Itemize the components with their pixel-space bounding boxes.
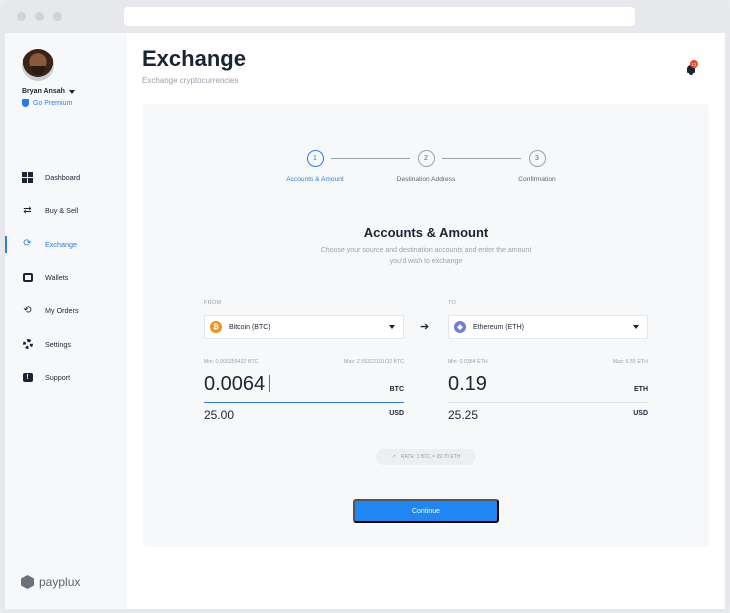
step-confirmation[interactable]: 3 Confirmation (497, 150, 577, 183)
sidebar-item-dashboard[interactable]: Dashboard (5, 161, 127, 194)
rate-text: RATE: 1 BTC = 29.70 ETH (400, 454, 461, 460)
notification-badge: 12 (690, 60, 698, 68)
to-amount-unit: ETH (634, 386, 648, 393)
to-usd-row: 25.25 USD (448, 406, 648, 424)
to-min: Min: 0.0384 ETH (448, 359, 488, 365)
ethereum-icon: ◆ (454, 321, 466, 333)
browser-window: Bryan Ansah Go Premium Dashboard ⇄ Buy &… (0, 0, 730, 613)
shield-check-icon (22, 99, 29, 107)
user-menu[interactable]: Bryan Ansah (22, 88, 75, 95)
sidebar-nav: Dashboard ⇄ Buy & Sell ⟳ Exchange Wallet… (5, 161, 127, 394)
sidebar-item-buy-sell[interactable]: ⇄ Buy & Sell (5, 194, 127, 227)
sidebar-item-exchange[interactable]: ⟳ Exchange (5, 228, 127, 261)
to-amount-value: 0.19 (448, 373, 487, 395)
from-limits: Min: 0.000255432 BTC Max: 2.55322191Ο2 B… (204, 359, 404, 365)
sidebar: Bryan Ansah Go Premium Dashboard ⇄ Buy &… (5, 33, 127, 609)
exchange-card: 1 Accounts & Amount 2 Destination Addres… (143, 104, 709, 547)
address-bar[interactable] (124, 7, 635, 26)
dashboard-icon (22, 172, 33, 184)
go-premium-link[interactable]: Go Premium (22, 99, 72, 107)
sidebar-item-label: Wallets (45, 273, 69, 283)
brand-name: payplux (39, 575, 81, 589)
rate-badge: ↗ RATE: 1 BTC = 29.70 ETH (376, 449, 476, 465)
from-currency-select[interactable]: ₿ Bitcoin (BTC) (204, 315, 404, 339)
minimize-dot[interactable] (35, 12, 44, 21)
to-limits: Min: 0.0384 ETH Max: 6.55 ETH (448, 359, 648, 365)
support-icon: ! (22, 372, 33, 383)
to-max: Max: 6.55 ETH (612, 359, 648, 365)
app-content: Bryan Ansah Go Premium Dashboard ⇄ Buy &… (5, 33, 725, 609)
caret-down-icon (68, 89, 75, 94)
from-max: Max: 2.55322191Ο2 BTC (343, 359, 404, 365)
from-min: Min: 0.000255432 BTC (204, 359, 259, 365)
sidebar-item-label: Settings (45, 339, 71, 349)
bitcoin-icon: ₿ (210, 321, 222, 333)
to-amount-display: 0.19 ETH (448, 371, 648, 403)
continue-button[interactable]: Continue (353, 499, 499, 523)
gear-icon (22, 339, 33, 350)
step-accounts-amount[interactable]: 1 Accounts & Amount (275, 150, 355, 183)
exchange-icon: ⟳ (23, 238, 32, 250)
step-destination-address[interactable]: 2 Destination Address (386, 150, 466, 183)
section-title: Accounts & Amount (363, 225, 489, 240)
arrow-right-icon: ➔ (420, 321, 430, 333)
stepper: 1 Accounts & Amount 2 Destination Addres… (279, 150, 569, 190)
sidebar-item-wallets[interactable]: Wallets (5, 261, 127, 294)
brand-logo[interactable]: payplux (21, 575, 80, 589)
from-amount-input[interactable]: 0.0064 BTC (204, 371, 404, 403)
page-subtitle: Exchange cryptocurrencies (142, 76, 239, 85)
step-number: 2 (417, 150, 435, 167)
from-currency-value: Bitcoin (BTC) (229, 323, 271, 331)
sidebar-item-label: Exchange (45, 239, 77, 249)
to-usd-unit: USD (633, 410, 648, 417)
chevron-down-icon (633, 325, 639, 329)
sidebar-item-settings[interactable]: Settings (5, 327, 127, 360)
step-number: 1 (306, 150, 324, 167)
chevron-down-icon (389, 325, 395, 329)
step-number: 3 (528, 150, 546, 167)
avatar[interactable] (22, 49, 54, 81)
payplux-logo-icon (21, 575, 34, 589)
user-name: Bryan Ansah (22, 88, 65, 95)
step-label: Accounts & Amount (286, 176, 344, 183)
swap-arrows-icon: ⇄ (23, 204, 32, 216)
from-usd-value: 25.00 (204, 408, 235, 422)
from-usd-row: 25.00 USD (204, 406, 404, 424)
sidebar-item-my-orders[interactable]: ⟲ My Orders (5, 294, 127, 327)
sidebar-item-label: Support (45, 372, 71, 382)
wallet-icon (22, 272, 33, 283)
step-label: Destination Address (396, 176, 456, 183)
section-subtitle: Choose your source and destination accou… (320, 247, 532, 265)
to-usd-value: 25.25 (448, 408, 479, 422)
page-title: Exchange (142, 46, 246, 71)
from-usd-unit: USD (389, 410, 404, 417)
main-panel: Exchange Exchange cryptocurrencies 12 1 … (127, 33, 725, 609)
sidebar-item-label: Dashboard (45, 173, 81, 183)
text-cursor (269, 375, 271, 392)
to-currency-value: Ethereum (ETH) (473, 323, 524, 331)
to-currency-select[interactable]: ◆ Ethereum (ETH) (448, 315, 648, 339)
go-premium-label: Go Premium (33, 99, 73, 107)
step-label: Confirmation (518, 176, 556, 183)
from-label: FROM (204, 300, 222, 306)
sidebar-item-label: My Orders (45, 306, 79, 316)
close-dot[interactable] (17, 12, 26, 21)
from-amount-value: 0.0064 (204, 373, 266, 395)
sidebar-item-support[interactable]: ! Support (5, 361, 127, 394)
window-controls (17, 12, 62, 21)
from-amount-unit: BTC (389, 386, 404, 393)
trend-up-icon: ↗ (391, 454, 396, 460)
to-label: TO (448, 300, 457, 306)
maximize-dot[interactable] (53, 12, 62, 21)
history-icon: ⟲ (23, 304, 32, 316)
sidebar-item-label: Buy & Sell (45, 206, 79, 216)
